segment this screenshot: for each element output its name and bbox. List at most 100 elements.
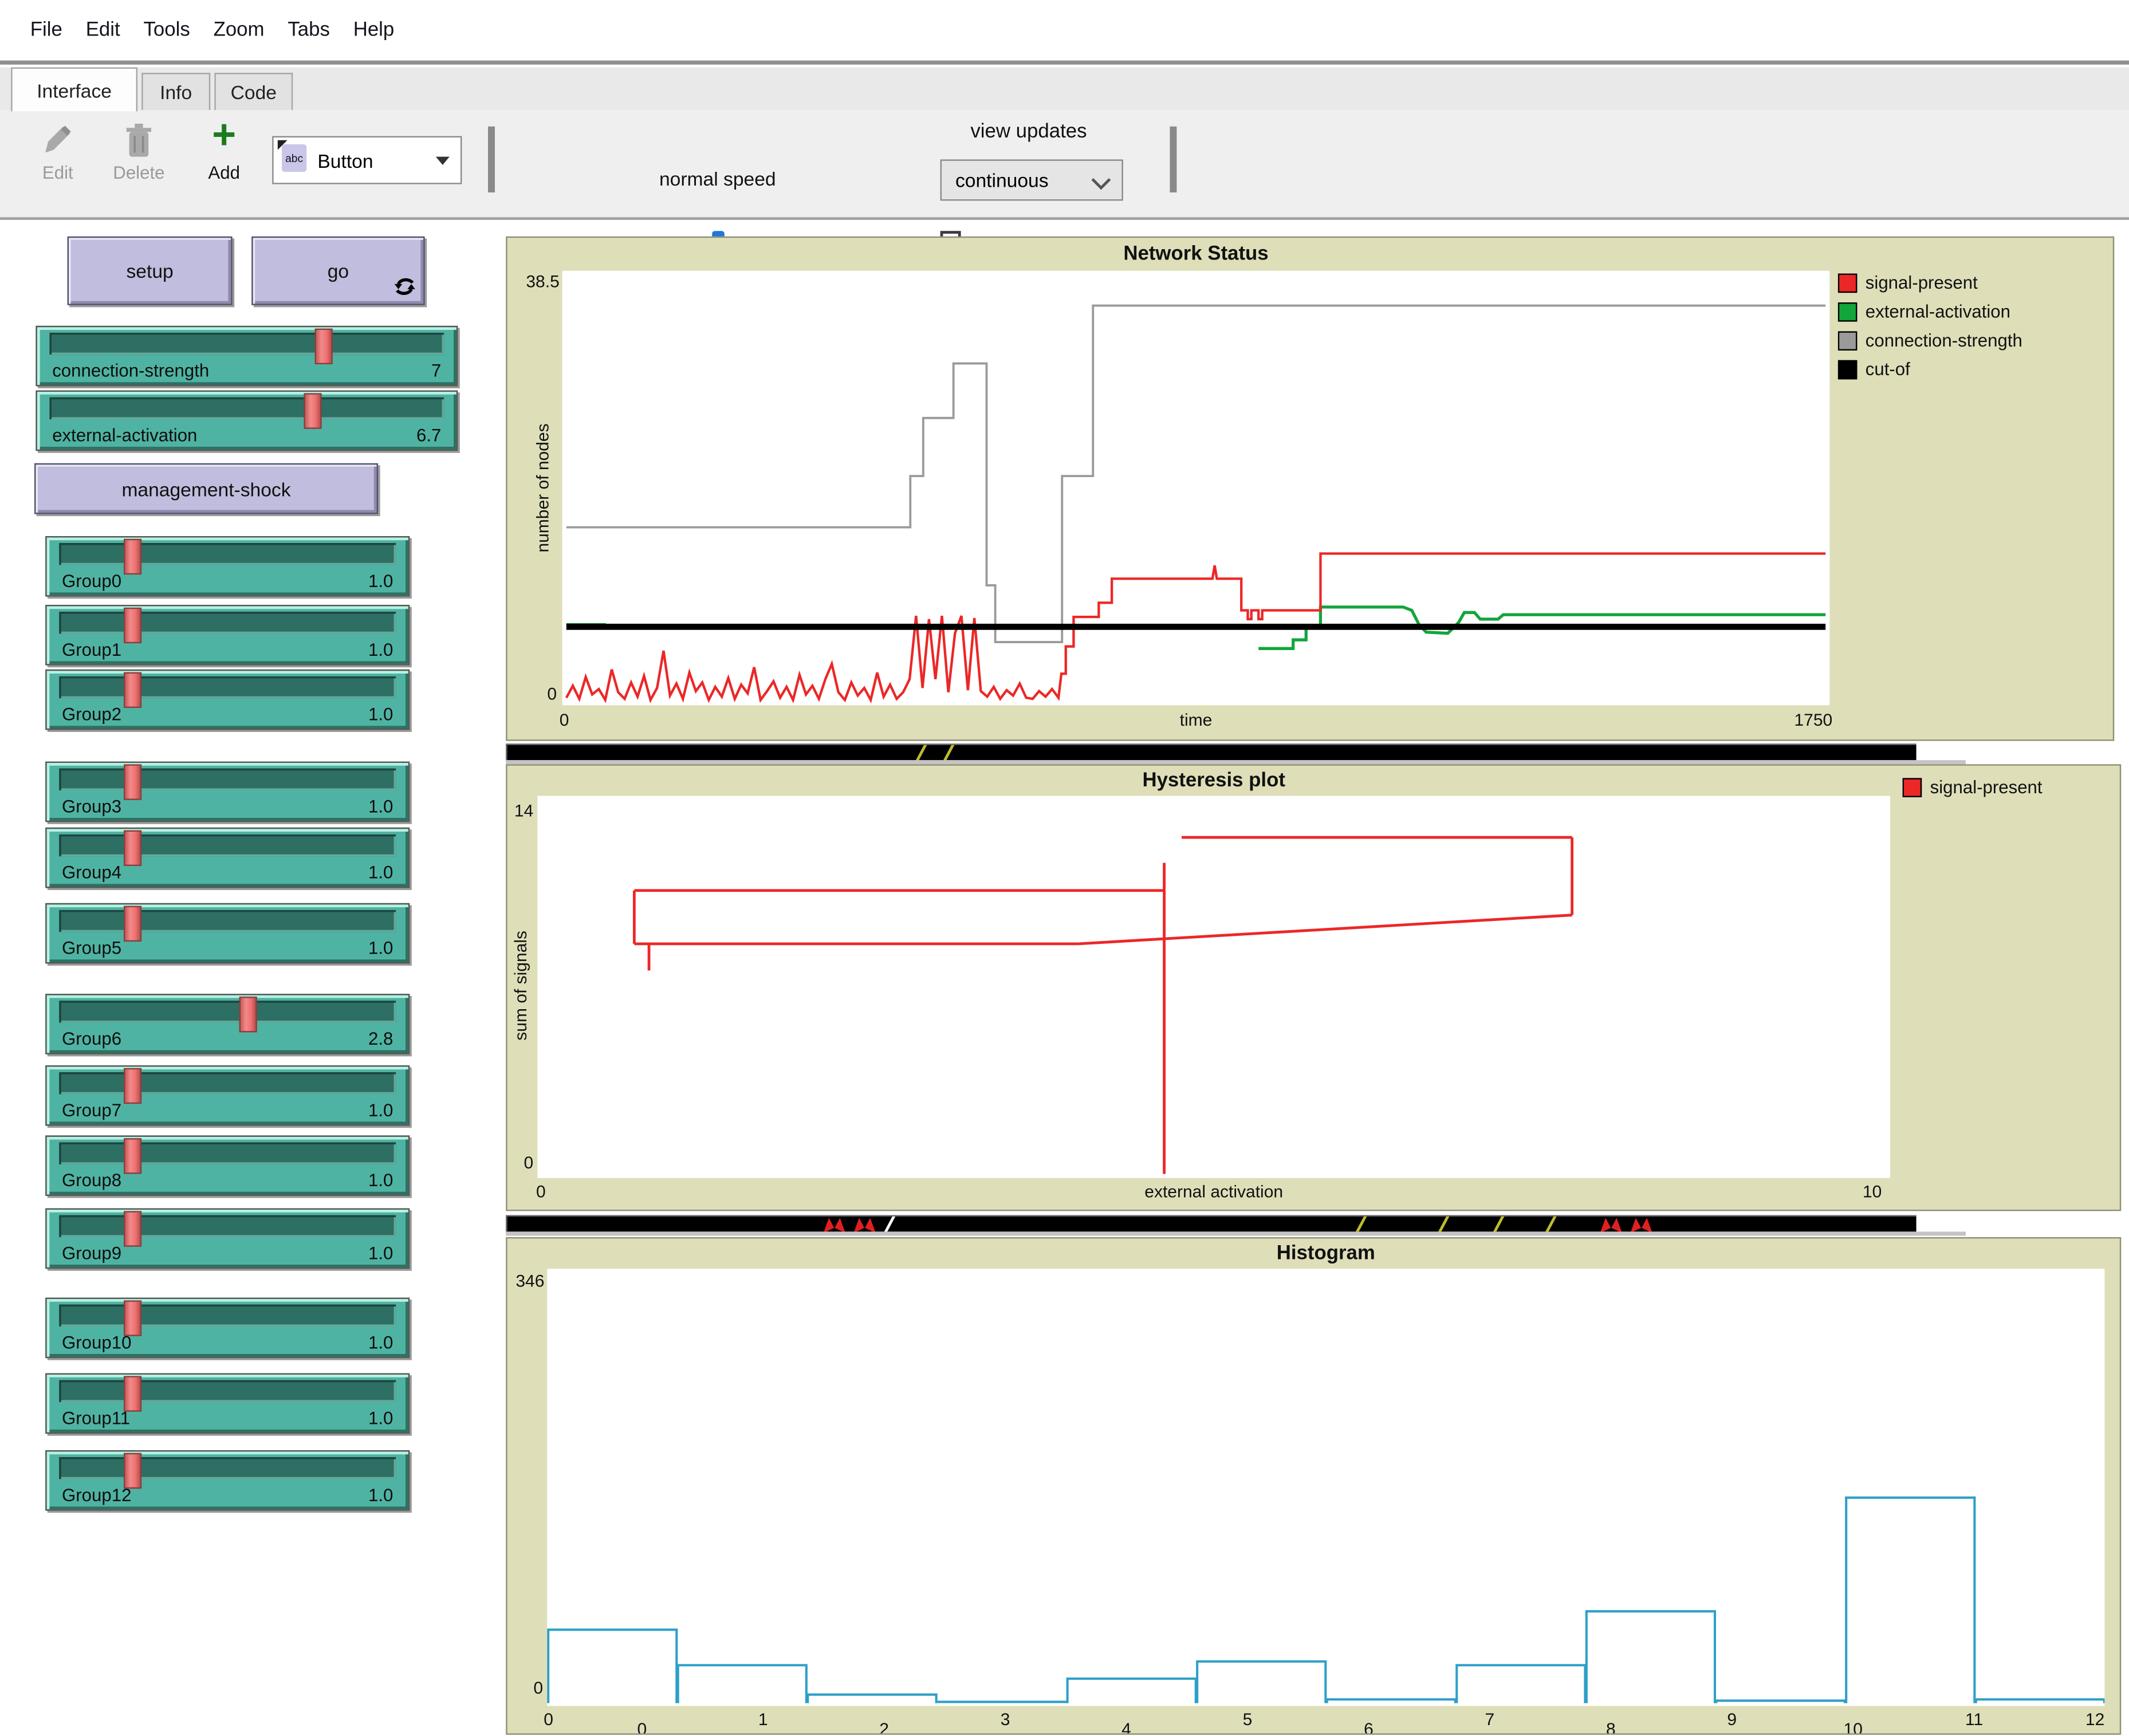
menu-item-zoom[interactable]: Zoom [214, 19, 265, 41]
y-axis-max: 14 [510, 801, 533, 821]
setup-button[interactable]: setup [68, 237, 233, 305]
slider-external-activation[interactable]: external-activation 6.7 [36, 391, 458, 451]
slider-value: 1.0 [368, 639, 393, 660]
edit-button[interactable]: Edit [25, 162, 90, 183]
slider-handle[interactable] [124, 906, 141, 942]
slider-group11[interactable]: Group11 1.0 [45, 1373, 410, 1434]
slider-value: 1.0 [368, 1170, 393, 1190]
go-button[interactable]: go [251, 237, 424, 305]
speed-label: normal speed [544, 168, 891, 190]
legend-swatch-external-activation [1838, 302, 1858, 321]
world-turtle [824, 1218, 845, 1231]
legend: signal-present [1903, 773, 2120, 811]
x-axis-max: 12 [2079, 1710, 2112, 1730]
network-status-chart [562, 271, 1830, 705]
slider-handle[interactable] [124, 1068, 141, 1104]
widget-type-select[interactable]: abc Button [272, 136, 462, 184]
slider-connection-strength[interactable]: connection-strength 7 [36, 326, 458, 387]
slider-label: Group8 [62, 1170, 121, 1190]
slider-value: 1.0 [368, 1485, 393, 1505]
slider-value: 1.0 [368, 570, 393, 591]
slider-handle[interactable] [124, 672, 141, 708]
tab-code[interactable]: Code [214, 73, 293, 110]
slider-group10[interactable]: Group10 1.0 [45, 1298, 410, 1359]
x-tick-label: 4 [1110, 1719, 1143, 1734]
world-turtle [1630, 1218, 1652, 1231]
menu-item-edit[interactable]: Edit [86, 19, 120, 41]
chevron-down-icon [1091, 170, 1111, 190]
world-view-border [506, 1231, 1966, 1235]
slider-handle[interactable] [124, 1300, 141, 1336]
slider-handle[interactable] [124, 1453, 141, 1489]
menu-item-tools[interactable]: Tools [144, 19, 190, 41]
y-axis-label: sum of signals [511, 931, 531, 1041]
widget-cursor-icon [278, 140, 288, 150]
x-axis-max: 1750 [1761, 711, 1832, 730]
slider-handle[interactable] [124, 608, 141, 643]
hysteresis-chart [537, 796, 1890, 1178]
slider-track [59, 543, 396, 565]
slider-handle[interactable] [124, 764, 141, 800]
x-tick-label: 7 [1473, 1710, 1506, 1730]
histogram-bar-1 [678, 1665, 806, 1703]
chevron-down-icon [436, 157, 450, 165]
legend-swatch-connection-strength [1838, 330, 1858, 350]
tab-interface[interactable]: Interface [11, 68, 137, 112]
slider-value: 1.0 [368, 1408, 393, 1428]
slider-handle[interactable] [315, 329, 333, 364]
slider-handle[interactable] [124, 830, 141, 866]
menu-item-file[interactable]: File [30, 19, 62, 41]
slider-handle[interactable] [239, 997, 257, 1032]
plot-title: Hysteresis plot [537, 770, 1890, 792]
slider-value: 1.0 [368, 796, 393, 817]
histogram-bar-11 [1976, 1699, 2104, 1703]
slider-track [59, 676, 396, 698]
slider-group12[interactable]: Group12 1.0 [45, 1450, 410, 1511]
legend-label: external-activation [1866, 301, 2010, 322]
update-mode-select[interactable]: continuous [940, 159, 1123, 200]
management-shock-button[interactable]: management-shock [34, 463, 378, 514]
slider-label: connection-strength [52, 360, 209, 381]
slider-group1[interactable]: Group1 1.0 [45, 605, 410, 666]
slider-group9[interactable]: Group9 1.0 [45, 1208, 410, 1269]
view-updates-label: view updates [970, 121, 1087, 143]
legend-label: signal-present [1930, 777, 2043, 797]
toolbar: Edit Delete + Add abc Button normal spee… [0, 110, 2129, 217]
histogram-bar-8 [1587, 1611, 1715, 1703]
slider-handle[interactable] [124, 1376, 141, 1411]
slider-group7[interactable]: Group7 1.0 [45, 1065, 410, 1126]
slider-group0[interactable]: Group0 1.0 [45, 536, 410, 597]
slider-value: 1.0 [368, 862, 393, 883]
slider-group5[interactable]: Group5 1.0 [45, 903, 410, 964]
histogram-bar-0 [548, 1629, 676, 1703]
x-axis-label: external activation [537, 1182, 1890, 1202]
slider-group3[interactable]: Group3 1.0 [45, 762, 410, 822]
slider-group2[interactable]: Group2 1.0 [45, 670, 410, 730]
slider-label: Group7 [62, 1100, 121, 1120]
slider-group6[interactable]: Group6 2.8 [45, 994, 410, 1054]
slider-group8[interactable]: Group8 1.0 [45, 1135, 410, 1196]
menu-item-help[interactable]: Help [353, 19, 395, 41]
slider-track [59, 834, 396, 856]
menu-item-tabs[interactable]: Tabs [288, 19, 330, 41]
plot-network-status: Network Status 38.5 0 number of nodes 0 … [506, 237, 2114, 741]
slider-track [59, 1380, 396, 1402]
slider-handle[interactable] [304, 393, 321, 428]
slider-handle[interactable] [124, 1211, 141, 1246]
y-axis-min: 0 [524, 1678, 543, 1698]
slider-group4[interactable]: Group4 1.0 [45, 828, 410, 888]
slider-label: Group4 [62, 862, 121, 883]
legend-label: signal-present [1866, 272, 1978, 293]
slider-handle[interactable] [124, 1138, 141, 1174]
tab-info[interactable]: Info [141, 73, 210, 110]
legend-swatch-signal-present [1903, 777, 1922, 797]
histogram-bar-5 [1197, 1662, 1325, 1703]
add-button[interactable]: Add [200, 162, 247, 183]
add-plus-icon: + [203, 113, 245, 160]
legend-swatch-cut-off [1838, 360, 1858, 379]
delete-button[interactable]: Delete [96, 162, 182, 183]
slider-handle[interactable] [124, 539, 141, 574]
plot-title: Network Status [562, 243, 1830, 265]
x-tick-label: 0 [625, 1719, 659, 1734]
histogram-bar-4 [1068, 1679, 1196, 1703]
